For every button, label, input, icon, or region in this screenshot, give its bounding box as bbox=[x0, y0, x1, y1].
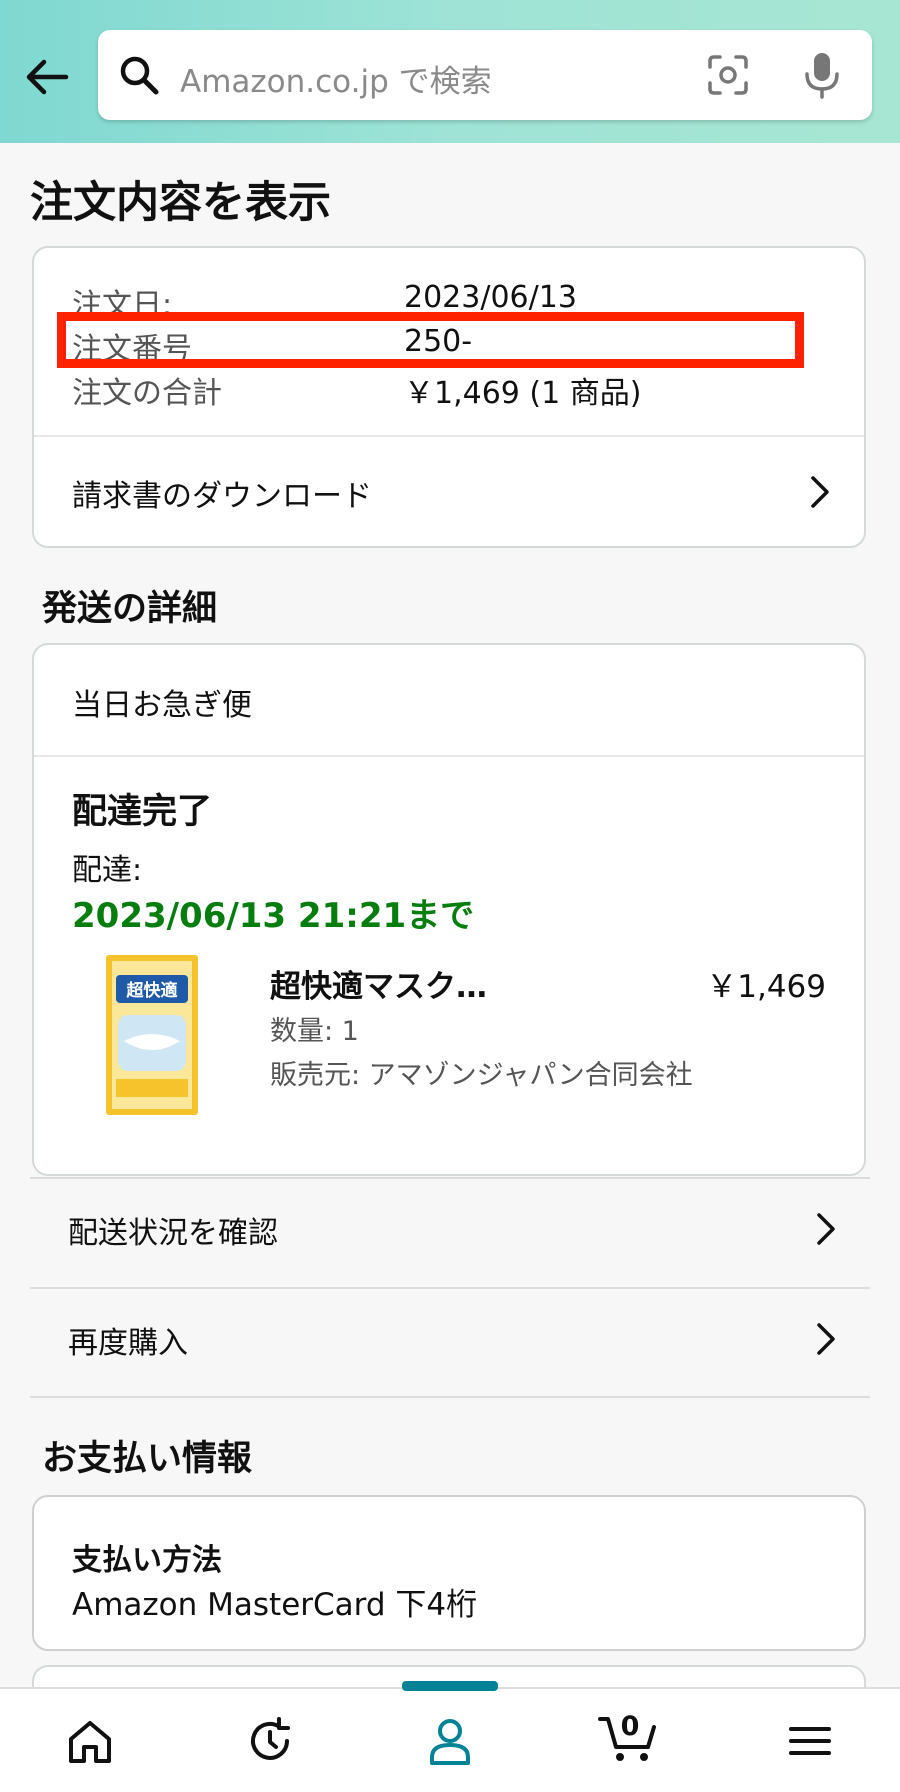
user-icon bbox=[430, 1719, 470, 1765]
product-price: ￥1,469 bbox=[706, 969, 826, 1005]
nav-cart[interactable]: 0 bbox=[570, 1689, 690, 1792]
payment-method-value: Amazon MasterCard 下4桁 bbox=[72, 1587, 478, 1623]
track-shipment-link[interactable]: 配送状況を確認 bbox=[30, 1174, 870, 1284]
back-button[interactable] bbox=[22, 52, 72, 102]
order-total-label: 注文の合計 bbox=[72, 376, 222, 411]
chevron-right-icon bbox=[811, 476, 829, 508]
invoice-download-link[interactable]: 請求書のダウンロード bbox=[34, 437, 864, 547]
nav-buy-again[interactable] bbox=[210, 1689, 330, 1792]
cart-icon bbox=[598, 1717, 656, 1761]
chevron-right-icon bbox=[817, 1213, 835, 1245]
divider bbox=[34, 755, 864, 757]
shipping-card: 当日お急ぎ便 配達完了 配達: 2023/06/13 21:21まで 超快適 超… bbox=[32, 643, 866, 1176]
chevron-right-icon bbox=[817, 1323, 835, 1355]
active-tab-indicator bbox=[402, 1681, 498, 1691]
search-placeholder: Amazon.co.jp で検索 bbox=[180, 64, 492, 100]
payment-method-label: 支払い方法 bbox=[72, 1543, 222, 1578]
order-number-highlight bbox=[57, 312, 804, 368]
divider bbox=[30, 1396, 870, 1398]
shipping-method: 当日お急ぎ便 bbox=[72, 688, 252, 723]
shipping-section-title: 発送の詳細 bbox=[42, 589, 218, 629]
product-quantity: 数量: 1 bbox=[270, 1016, 359, 1047]
nav-account[interactable] bbox=[390, 1681, 510, 1792]
product-seller: 販売元: アマゾンジャパン合同会社 bbox=[270, 1060, 693, 1091]
microphone-icon[interactable] bbox=[800, 50, 844, 100]
buy-again-link[interactable]: 再度購入 bbox=[30, 1284, 870, 1394]
history-refresh-icon bbox=[251, 1717, 290, 1760]
product-name[interactable]: 超快適マスク… bbox=[270, 961, 487, 1006]
bottom-navigation: 0 bbox=[0, 1681, 900, 1792]
product-image[interactable]: 超快適 bbox=[106, 955, 198, 1115]
product-package-label: 超快適 bbox=[127, 980, 178, 1001]
back-arrow-icon bbox=[26, 59, 69, 95]
nav-home[interactable] bbox=[30, 1689, 150, 1792]
search-icon bbox=[120, 56, 159, 95]
search-input[interactable]: Amazon.co.jp で検索 bbox=[98, 30, 872, 120]
hamburger-menu-icon bbox=[789, 1727, 831, 1755]
home-icon bbox=[69, 1721, 111, 1763]
camera-scan-icon[interactable] bbox=[706, 53, 750, 97]
delivery-date: 2023/06/13 21:21まで bbox=[72, 896, 475, 936]
order-summary-card: 注文日: 2023/06/13 注文番号 250- 注文の合計 ￥1,469 (… bbox=[32, 246, 866, 548]
payment-section-title: お支払い情報 bbox=[42, 1439, 253, 1479]
delivery-label: 配達: bbox=[72, 853, 143, 888]
order-total-value: ￥1,469 (1 商品) bbox=[404, 376, 642, 411]
track-shipment-label: 配送状況を確認 bbox=[68, 1216, 278, 1251]
nav-menu[interactable] bbox=[750, 1689, 870, 1792]
page-title: 注文内容を表示 bbox=[30, 178, 331, 228]
payment-method-card: 支払い方法 Amazon MasterCard 下4桁 bbox=[32, 1495, 866, 1651]
invoice-download-label: 請求書のダウンロード bbox=[72, 479, 372, 514]
header-bar: Amazon.co.jp で検索 bbox=[0, 0, 900, 143]
order-date-value: 2023/06/13 bbox=[404, 280, 577, 315]
delivery-status: 配達完了 bbox=[72, 792, 213, 832]
buy-again-label: 再度購入 bbox=[68, 1326, 188, 1361]
